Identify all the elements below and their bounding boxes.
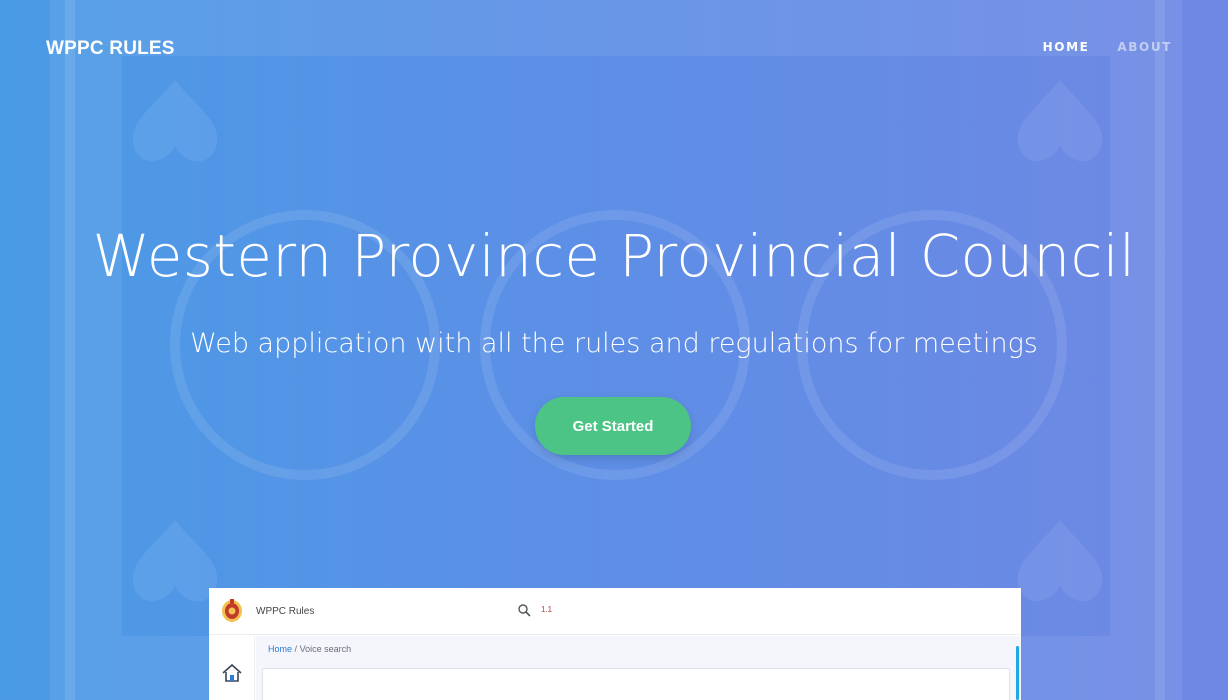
app-preview: WPPC Rules 1.1 Home / Voice search (209, 588, 1021, 700)
nav-links: HOME ABOUT (1043, 40, 1172, 54)
version-label: 1.1 (541, 605, 553, 614)
breadcrumb: Home / Voice search (268, 644, 351, 654)
hero-subtitle: Web application with all the rules and r… (190, 328, 1038, 359)
preview-app-title: WPPC Rules (256, 606, 315, 617)
get-started-button[interactable]: Get Started (535, 397, 691, 455)
emblem-icon (222, 599, 242, 622)
search-icon[interactable] (517, 603, 531, 617)
navbar: WPPC RULES HOME ABOUT (0, 0, 1228, 96)
nav-link-about[interactable]: ABOUT (1117, 40, 1172, 54)
scrollbar[interactable] (1016, 646, 1019, 700)
home-icon[interactable] (221, 663, 243, 683)
nav-link-home[interactable]: HOME (1043, 40, 1090, 54)
preview-header: WPPC Rules 1.1 (209, 588, 1021, 635)
breadcrumb-home-link[interactable]: Home (268, 644, 292, 654)
breadcrumb-current: Voice search (299, 644, 352, 654)
voice-search-panel[interactable] (262, 668, 1010, 700)
breadcrumb-separator: / (294, 644, 298, 654)
brand-logo-link[interactable]: WPPC RULES (46, 38, 175, 60)
hero-title: Western Province Provincial Council (92, 222, 1136, 290)
preview-sidebar (209, 636, 255, 700)
preview-content: Home / Voice search (256, 636, 1021, 700)
